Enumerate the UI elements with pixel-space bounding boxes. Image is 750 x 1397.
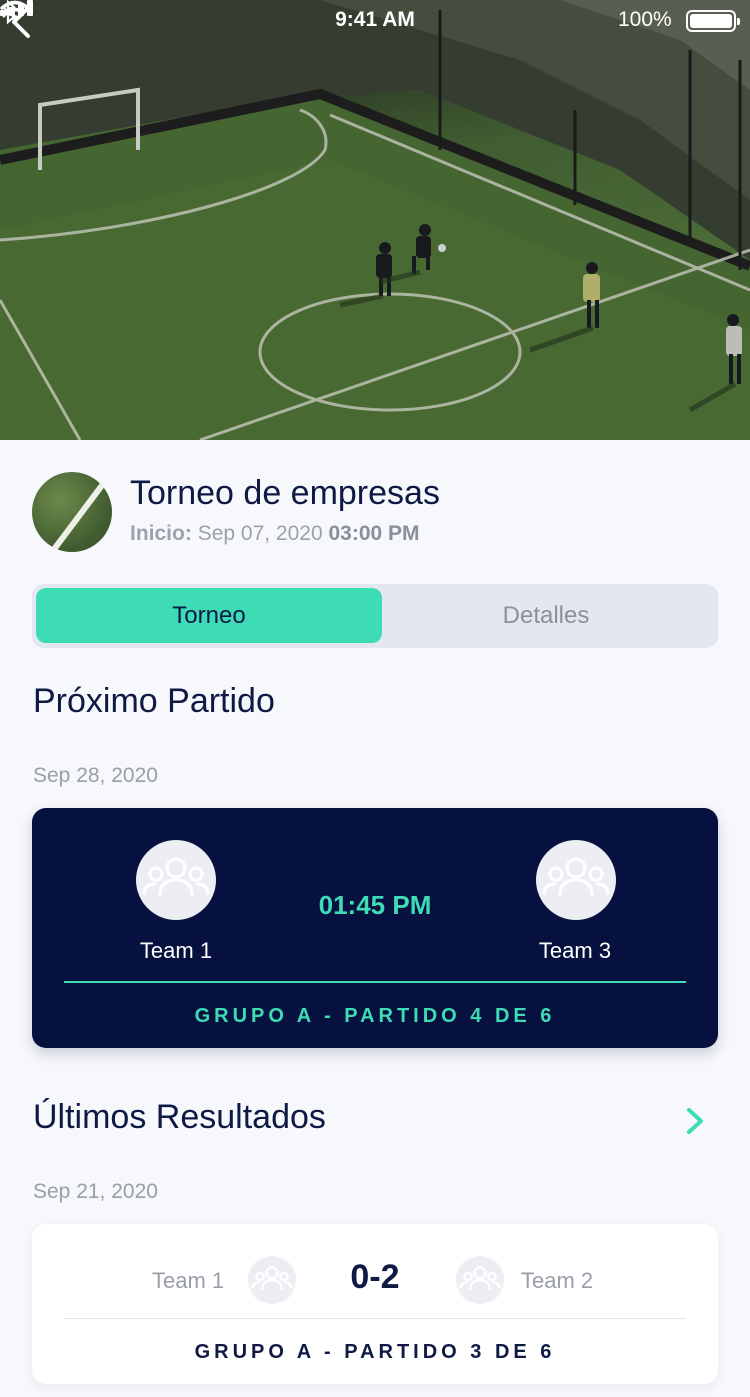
battery-icon bbox=[686, 10, 740, 32]
back-button[interactable] bbox=[0, 0, 40, 44]
away-team-name: Team 3 bbox=[538, 938, 612, 963]
chevron-left-icon bbox=[12, 6, 30, 38]
result-away-avatar bbox=[456, 1256, 504, 1304]
tournament-title: Torneo de empresas bbox=[130, 474, 440, 512]
status-bar: 9:41 AM 100% bbox=[0, 0, 750, 40]
tab-detalles[interactable]: Detalles bbox=[378, 588, 714, 643]
next-match-card[interactable]: Team 1 01:45 PM Team 3 GRUPO A - PARTIDO… bbox=[32, 808, 718, 1048]
hero-image: 9:41 AM 100% bbox=[0, 0, 750, 440]
battery-percentage: 100% bbox=[618, 8, 672, 31]
start-label: Inicio: bbox=[130, 522, 192, 545]
away-team-avatar bbox=[536, 840, 616, 920]
result-card-divider bbox=[64, 1318, 686, 1319]
tournament-logo bbox=[32, 472, 112, 552]
result-card[interactable]: Team 1 0-2 Team 2 GRUPO A - PARTIDO 3 DE… bbox=[32, 1224, 718, 1384]
tab-torneo[interactable]: Torneo bbox=[36, 588, 382, 643]
group-icon bbox=[542, 857, 610, 897]
see-all-results-button[interactable] bbox=[680, 1104, 710, 1138]
tournament-start: Inicio: Sep 07, 2020 03:00 PM bbox=[130, 522, 420, 546]
home-team-name: Team 1 bbox=[139, 938, 213, 963]
result-away-team: Team 2 bbox=[521, 1268, 594, 1293]
last-results-title: Últimos Resultados bbox=[33, 1098, 326, 1136]
chevron-right-icon bbox=[687, 1108, 703, 1134]
battery-level-fill bbox=[690, 14, 732, 28]
soccer-field-photo bbox=[0, 0, 750, 440]
last-results-date: Sep 21, 2020 bbox=[33, 1180, 158, 1203]
group-icon bbox=[459, 1266, 501, 1290]
next-match-date: Sep 28, 2020 bbox=[33, 764, 158, 787]
next-match-group-label: GRUPO A - PARTIDO 4 DE 6 bbox=[194, 1005, 556, 1027]
result-score: 0-2 bbox=[350, 1258, 400, 1296]
tab-switcher: Detalles Torneo bbox=[32, 584, 718, 648]
next-match-title: Próximo Partido bbox=[33, 682, 275, 720]
card-divider bbox=[64, 981, 686, 983]
start-time: 03:00 PM bbox=[328, 522, 420, 545]
result-group-label: GRUPO A - PARTIDO 3 DE 6 bbox=[194, 1341, 556, 1363]
start-date: Sep 07, 2020 bbox=[197, 522, 323, 545]
